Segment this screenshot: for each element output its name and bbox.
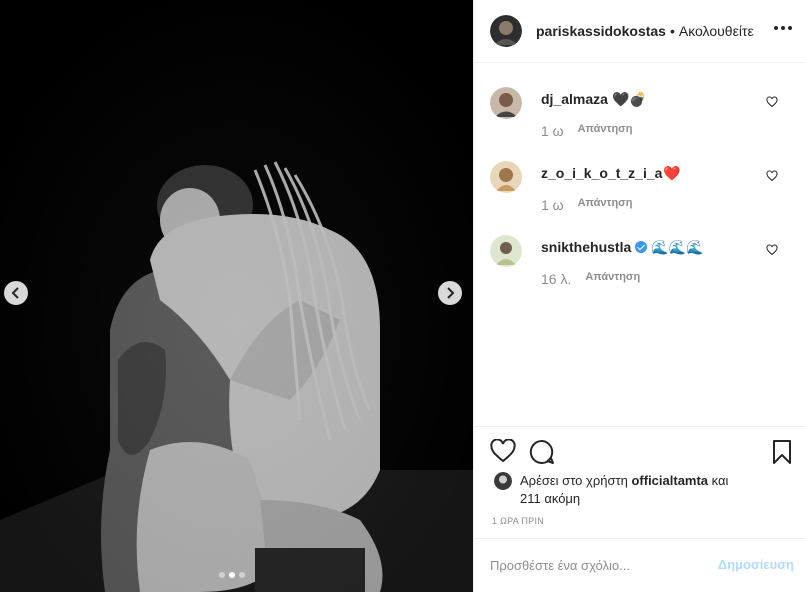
comment-username[interactable]: z_o_i_k_o_t_z_i_a❤️ bbox=[541, 165, 681, 182]
verified-badge-icon bbox=[635, 241, 648, 253]
post-sidebar: pariskassidokostas • Ακολουθείτε dj_alma… bbox=[473, 0, 805, 592]
previous-image-button[interactable] bbox=[4, 281, 28, 305]
post-photo bbox=[0, 0, 473, 592]
comment-item: snikthehustla 🌊🌊🌊 16 λ. Απάντηση bbox=[474, 211, 805, 287]
comment-like-icon[interactable] bbox=[766, 244, 778, 256]
add-comment-bar: Δημοσίευση bbox=[474, 538, 805, 592]
carousel-dot bbox=[219, 572, 225, 578]
chevron-left-icon bbox=[11, 287, 19, 299]
likes-conjunction: και bbox=[711, 473, 729, 488]
post-media bbox=[0, 0, 473, 592]
carousel-indicator bbox=[219, 572, 245, 578]
comment-item: dj_almaza 🖤💣 1 ω Απάντηση bbox=[474, 63, 805, 139]
comment-text: 🖤💣 bbox=[611, 91, 647, 107]
bookmark-icon[interactable] bbox=[772, 439, 792, 465]
comment-username[interactable]: snikthehustla 🌊🌊🌊 bbox=[541, 239, 704, 256]
liker-avatar[interactable] bbox=[494, 472, 512, 490]
chevron-right-icon bbox=[447, 287, 455, 299]
commenter-avatar[interactable] bbox=[490, 87, 522, 119]
comment-like-icon[interactable] bbox=[766, 170, 778, 182]
post-comment-button[interactable]: Δημοσίευση bbox=[718, 557, 794, 572]
carousel-dot bbox=[239, 572, 245, 578]
likes-prefix: Αρέσει στο χρήστη bbox=[520, 473, 628, 488]
liker-username[interactable]: officialtamta bbox=[631, 473, 708, 488]
comment-text: 🌊🌊🌊 bbox=[651, 239, 704, 255]
comment-bubble-icon[interactable] bbox=[529, 439, 555, 465]
comment-text: ❤️ bbox=[663, 165, 681, 181]
comment-time[interactable]: 16 λ. bbox=[541, 271, 571, 287]
comment-meta: 16 λ. Απάντηση bbox=[541, 271, 640, 287]
next-image-button[interactable] bbox=[438, 281, 462, 305]
follow-status[interactable]: Ακολουθείτε bbox=[679, 23, 754, 39]
more-horizontal-icon[interactable] bbox=[774, 26, 792, 30]
carousel-dot-active bbox=[229, 572, 235, 578]
post-actions bbox=[474, 426, 805, 464]
commenter-avatar[interactable] bbox=[490, 161, 522, 193]
heart-icon[interactable] bbox=[490, 439, 516, 463]
comment-username[interactable]: dj_almaza 🖤💣 bbox=[541, 91, 647, 108]
author-username[interactable]: pariskassidokostas bbox=[536, 23, 666, 39]
comment-item: z_o_i_k_o_t_z_i_a❤️ 1 ω Απάντηση bbox=[474, 137, 805, 213]
post-header: pariskassidokostas • Ακολουθείτε bbox=[474, 0, 805, 63]
author-avatar[interactable] bbox=[490, 15, 522, 47]
header-separator: • bbox=[669, 23, 675, 39]
likes-others[interactable]: 211 ακόμη bbox=[520, 490, 580, 508]
comment-input[interactable] bbox=[490, 555, 700, 575]
reply-button[interactable]: Απάντηση bbox=[585, 271, 640, 287]
post-timestamp[interactable]: 1 ΩΡΑ ΠΡΙΝ bbox=[492, 516, 544, 526]
commenter-avatar[interactable] bbox=[490, 235, 522, 267]
comment-like-icon[interactable] bbox=[766, 96, 778, 108]
likes-line: Αρέσει στο χρήστη officialtamta και bbox=[520, 472, 728, 490]
